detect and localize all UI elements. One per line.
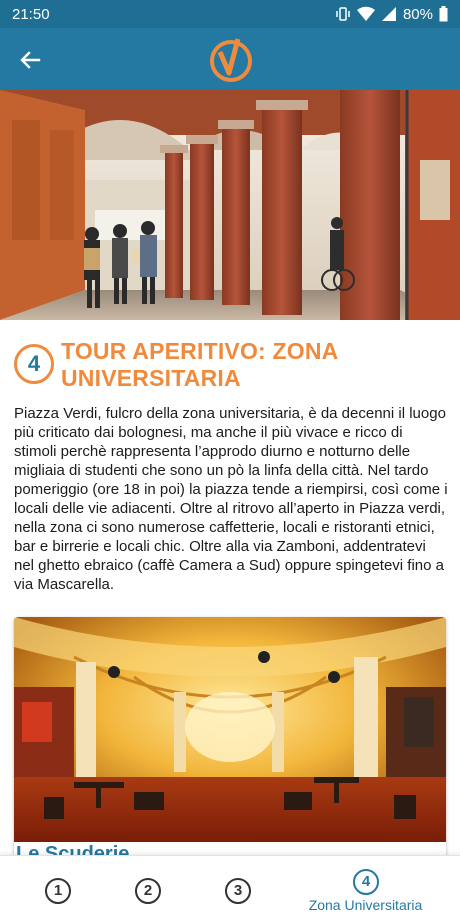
section-title: TOUR APERITIVO: ZONA UNIVERSITARIA [61, 338, 338, 391]
vibrate-icon [335, 6, 351, 22]
back-button[interactable] [14, 44, 46, 76]
status-icons: 80% [335, 6, 448, 23]
nav-tab-3[interactable]: 3 [180, 856, 295, 920]
battery-icon [439, 6, 448, 22]
number-1-icon: 1 [45, 878, 71, 904]
venue-name[interactable]: Le Scuderie [16, 843, 129, 855]
venue-photo [14, 617, 446, 842]
nav-tab-4[interactable]: 4 Zona Universitaria [308, 856, 423, 920]
signal-icon [381, 6, 397, 22]
nav-tab-4-label: Zona Universitaria [308, 897, 423, 913]
status-time: 21:50 [12, 5, 50, 23]
app-bar [0, 28, 460, 90]
wifi-icon [356, 6, 375, 22]
venue-card[interactable]: Le Scuderie [14, 617, 446, 855]
logo-icon [210, 38, 252, 82]
step-number: 4 [27, 351, 41, 376]
content-area[interactable]: 4 TOUR APERITIVO: ZONA UNIVERSITARIA Pia… [0, 320, 460, 855]
arrow-left-icon [20, 51, 41, 69]
number-4-icon: 4 [353, 869, 379, 895]
number-2-icon: 2 [135, 878, 161, 904]
status-bar: 21:50 80% [0, 0, 460, 28]
step-number-badge: 4 [14, 344, 54, 384]
number-3-icon: 3 [225, 878, 251, 904]
battery-level: 80% [402, 5, 433, 23]
section-description: Piazza Verdi, fulcro della zona universi… [14, 405, 448, 593]
hero-photo [0, 90, 460, 320]
bottom-navigation: 1 2 3 4 Zona Universitaria [0, 855, 460, 920]
